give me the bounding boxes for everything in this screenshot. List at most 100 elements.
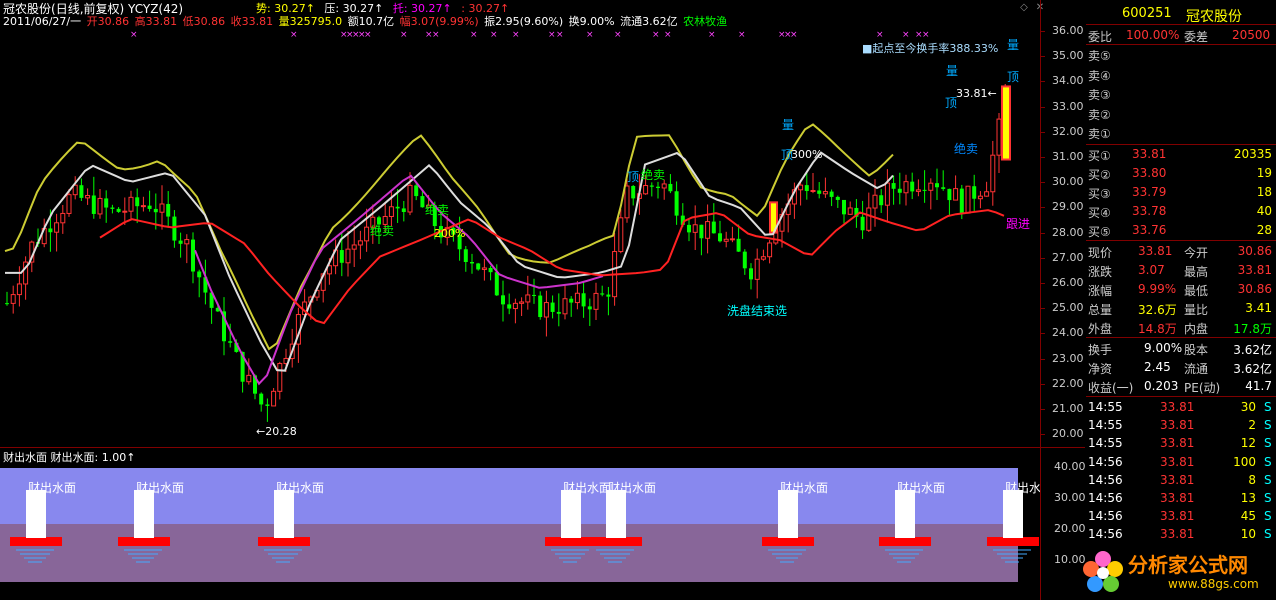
tick-side: S <box>1264 472 1272 487</box>
candle-up <box>866 207 872 231</box>
tick-row[interactable]: 14:56 33.81 8 S <box>1086 471 1276 489</box>
candle-down <box>817 190 822 194</box>
weicha-value: 20500 <box>1232 28 1271 42</box>
stat-label: 最高 <box>1184 265 1209 279</box>
candle-down <box>401 208 406 212</box>
price-tick <box>1041 308 1045 310</box>
candle-down <box>470 262 474 264</box>
tick-row[interactable]: 14:56 33.81 45 S <box>1086 507 1276 525</box>
kline-chart[interactable]: × × ××××× × × × × × × × × × × × × × × ××× × × × × <box>0 27 1040 447</box>
stat-label: PE(动) <box>1184 381 1221 395</box>
candle-up <box>692 224 698 233</box>
stat-label: 最低 <box>1184 284 1209 298</box>
tick-row[interactable]: 14:56 33.81 100 S <box>1086 453 1276 471</box>
stat-label: 总量 <box>1088 303 1113 317</box>
buy-vol: 28 <box>1256 223 1272 237</box>
sell-signal-2: 绝卖 <box>425 203 450 217</box>
tick-row[interactable]: 14:55 33.81 30 S <box>1086 398 1276 416</box>
stock-code: 600251 <box>1122 6 1172 21</box>
candle-down <box>835 196 840 200</box>
candle-up <box>810 189 816 192</box>
candle-up <box>246 374 252 383</box>
candle-up <box>729 238 735 241</box>
candle-up <box>903 181 909 194</box>
marker-x: × <box>664 30 672 40</box>
candle-down <box>897 188 902 193</box>
candle-down <box>860 216 865 231</box>
candle-up <box>159 203 165 213</box>
buoy-label: 财出水面 <box>780 481 828 495</box>
marker-x: × <box>130 30 138 40</box>
candle-down <box>166 203 171 217</box>
stock-title: 冠农股份 <box>1186 9 1242 25</box>
marker-x: × <box>364 30 372 40</box>
candle-down <box>656 186 660 188</box>
candle-down <box>674 191 679 216</box>
buy-label: 买② <box>1088 168 1111 182</box>
buy-price: 33.76 <box>1132 223 1167 237</box>
buy-label: 买⑤ <box>1088 225 1111 239</box>
candle-up <box>72 184 78 196</box>
tick-time: 14:55 <box>1088 436 1123 451</box>
candle-down <box>699 224 704 239</box>
buy-vol: 20335 <box>1233 147 1272 161</box>
pct200-label: 200% <box>434 227 466 240</box>
candle-down <box>414 185 419 197</box>
candle-up <box>798 184 804 191</box>
tick-vol: 13 <box>1240 491 1256 505</box>
quote-header: 600251 冠农股份 <box>1086 4 1276 25</box>
buy-price: 33.81 <box>1132 147 1167 161</box>
shakeout-label: 洗盘结束选 <box>727 304 788 318</box>
candle-up <box>754 258 760 280</box>
stat-label: 今开 <box>1184 246 1209 260</box>
candle-down <box>829 191 834 197</box>
candle-up <box>388 206 394 218</box>
price-tick <box>1041 232 1045 234</box>
tick-row[interactable]: 14:55 33.81 2 S <box>1086 416 1276 434</box>
candle-down <box>947 188 952 201</box>
tick-row[interactable]: 14:55 33.81 12 S <box>1086 434 1276 452</box>
candle-up <box>984 191 990 197</box>
stat-value: 2.45 <box>1144 360 1171 374</box>
sub-chart[interactable]: 财出水面财出水面财出水面财出水面财出水面财出水面财出水面财出水面 <box>0 462 1040 598</box>
buy-vol: 18 <box>1256 185 1272 199</box>
tick-side: S <box>1264 418 1272 433</box>
sell-row: 卖⑤ <box>1086 45 1276 63</box>
rp-divider <box>1086 24 1276 25</box>
weicha-label: 委差 <box>1184 30 1209 44</box>
stat-value: 14.8万 <box>1138 322 1177 336</box>
candle-down <box>668 183 673 192</box>
tick-time: 14:55 <box>1088 418 1123 433</box>
sell-row: 卖③ <box>1086 84 1276 102</box>
kline-panel[interactable]: 势: 30.27↑ 压: 30.27↑ 托: 30.27↑ : 30.27↑ 冠… <box>0 0 1086 600</box>
follow-label: 跟进 <box>1006 217 1031 231</box>
buy-row: 买④ 33.78 40 <box>1086 202 1276 220</box>
candle-up <box>97 197 103 215</box>
candle-down <box>265 404 270 406</box>
axis-divider <box>1040 0 1041 600</box>
candle-down <box>606 294 611 297</box>
stat-row: 总量 32.6万 量比 3.41 <box>1086 299 1276 317</box>
restore-icon[interactable]: ◇ <box>1018 2 1030 14</box>
tick-row[interactable]: 14:56 33.81 13 S <box>1086 489 1276 507</box>
watermark-logo: 分析家公式网 www.88gs.com <box>1078 545 1276 600</box>
candle-up <box>767 242 773 258</box>
candle-down <box>538 295 543 318</box>
tick-price: 33.81 <box>1160 472 1195 487</box>
tick-price: 33.81 <box>1160 509 1195 524</box>
buoy-label: 财出水面 <box>276 481 324 495</box>
candle-down <box>507 304 512 309</box>
top-label-3: 顶 <box>781 148 794 162</box>
candle-down <box>569 298 574 303</box>
candle-up <box>618 217 624 253</box>
candle-up <box>915 189 921 192</box>
sell-signal-3: 绝卖 <box>641 168 666 182</box>
candle-up <box>184 239 190 245</box>
tick-time: 14:56 <box>1088 491 1123 505</box>
tick-vol: 100 <box>1233 454 1256 469</box>
stat-label: 股本 <box>1184 343 1209 357</box>
candle-up <box>705 221 711 239</box>
tick-row[interactable]: 14:56 33.81 10 S <box>1086 525 1276 543</box>
price-tick <box>1041 283 1045 284</box>
logo-name: 分析家公式网 <box>1128 553 1248 577</box>
